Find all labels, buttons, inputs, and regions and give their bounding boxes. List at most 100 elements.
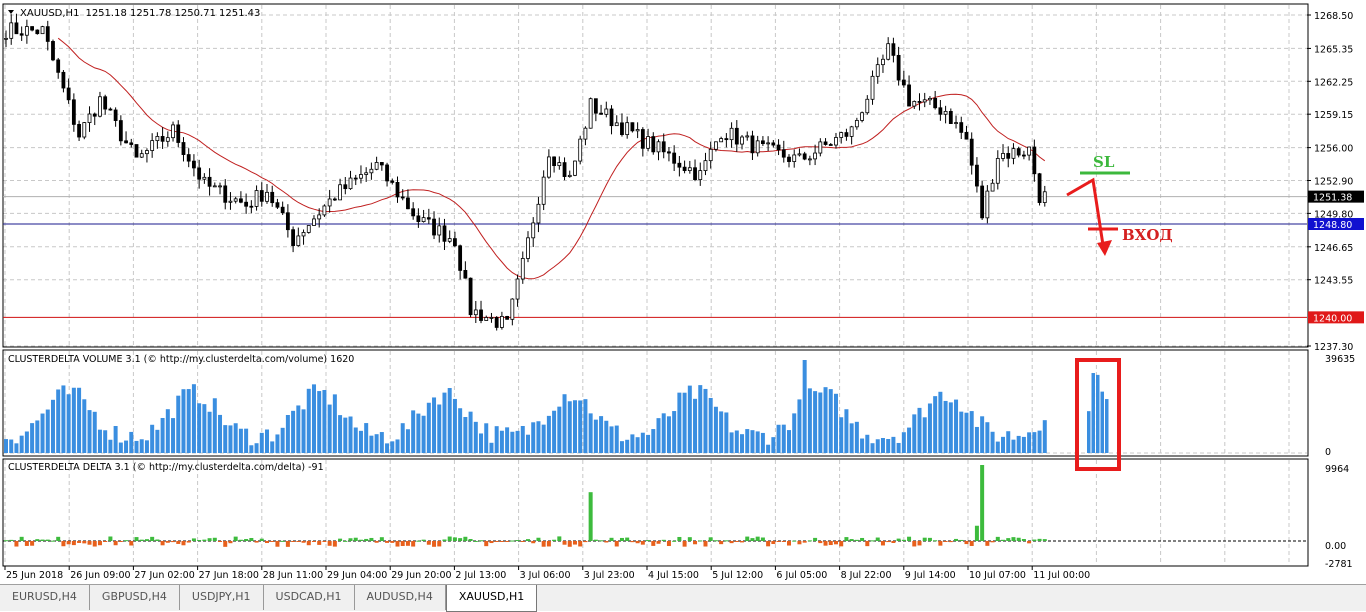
delta-bar (176, 541, 181, 544)
delta-bar (886, 541, 891, 543)
candle (745, 135, 750, 138)
candle (557, 162, 562, 167)
volume-bar (369, 435, 374, 453)
candle (45, 26, 50, 42)
candle (593, 98, 598, 114)
volume-bar (604, 420, 609, 453)
volume-bar (405, 429, 410, 453)
candle (176, 124, 181, 143)
volume-bar (426, 402, 431, 453)
volume-bar (421, 415, 426, 453)
delta-bar (265, 541, 269, 544)
delta-bar (442, 539, 447, 541)
delta-bar (1016, 537, 1021, 541)
volume-bar (839, 417, 844, 453)
delta-bar (165, 541, 170, 543)
chart-window[interactable]: 1268.50 1265.35 1262.25 1259.15 1256.00 1252.… (0, 0, 1366, 584)
candle (353, 177, 358, 180)
candle (35, 29, 40, 35)
candle (270, 191, 275, 204)
candle (249, 205, 254, 208)
volume-bar (818, 392, 823, 453)
candle (881, 58, 885, 66)
delta-bar (703, 541, 708, 547)
volume-bar (171, 418, 176, 453)
volume-bar (176, 395, 181, 453)
tab-gbpusd-h4[interactable]: GBPUSD,H4 (90, 585, 180, 610)
candle (463, 270, 468, 279)
volume-bar (1100, 391, 1104, 453)
candle (583, 127, 588, 140)
volume-bar (672, 411, 677, 453)
candle (192, 160, 196, 169)
candle (766, 142, 771, 145)
candle (108, 108, 113, 111)
volume-bar (531, 422, 536, 453)
volume-bar (593, 419, 598, 453)
volume-bar (797, 399, 802, 453)
volume-bar (922, 417, 927, 453)
candle (343, 184, 348, 190)
candle (14, 22, 19, 35)
candle (77, 124, 81, 138)
candle (672, 152, 677, 164)
volume-bar (974, 426, 979, 453)
volume-bar (1021, 436, 1026, 453)
volume-bar (218, 414, 223, 453)
volume-bar (969, 411, 974, 453)
candle (761, 140, 765, 145)
price-tick-label: 1268.50 (1314, 11, 1353, 22)
volume-bar (202, 404, 207, 453)
delta-bar (875, 537, 880, 541)
time-tick-label: 4 Jul 15:00 (648, 570, 699, 581)
pane-scale-label: 39635 (1325, 354, 1355, 365)
delta-bar (197, 540, 202, 542)
candle (1032, 146, 1037, 175)
volume-bar (30, 423, 35, 453)
delta-bar (1006, 538, 1011, 541)
price-tick-label: 1259.15 (1314, 110, 1353, 121)
tab-usdcad-h1[interactable]: USDCAD,H1 (264, 585, 355, 610)
delta-bar (896, 538, 901, 541)
candle (468, 277, 473, 316)
candle (306, 225, 311, 233)
volume-bar (854, 421, 859, 453)
volume-bar (9, 439, 14, 453)
candle (1037, 173, 1042, 203)
delta-bar (390, 541, 395, 543)
delta-bar (677, 536, 682, 541)
volume-bar (150, 424, 155, 453)
candle (301, 232, 306, 237)
candle (630, 122, 635, 132)
candle (698, 170, 703, 181)
delta-bar (411, 541, 416, 547)
candle (922, 99, 927, 103)
tab-xauusd-h1[interactable]: XAUUSD,H1 (445, 585, 538, 612)
candle (71, 99, 76, 125)
time-tick-label: 2 Jul 13:00 (455, 570, 506, 581)
pane-scale-label: -2781 (1325, 559, 1353, 570)
candle (1001, 153, 1005, 159)
delta-bar (447, 536, 452, 541)
tab-eurusd-h4[interactable]: EURUSD,H4 (0, 585, 90, 610)
volume-bar (468, 411, 473, 453)
volume-bar (572, 400, 577, 453)
delta-bar (139, 539, 144, 541)
volume-bar (708, 397, 713, 453)
tab-audusd-h4[interactable]: AUDUSD,H4 (355, 585, 446, 610)
candle (515, 278, 520, 300)
delta-bar (865, 541, 870, 547)
candle (421, 217, 426, 222)
volume-bar (306, 388, 311, 453)
volume-bar (698, 385, 703, 453)
delta-bar (672, 540, 677, 542)
candle (348, 177, 353, 190)
candle (948, 110, 953, 124)
candle (186, 154, 191, 162)
candle (980, 185, 985, 219)
candle (322, 205, 327, 216)
time-tick-label: 11 Jul 00:00 (1033, 570, 1090, 581)
volume-bar (1032, 432, 1037, 453)
tab-usdjpy-h1[interactable]: USDJPY,H1 (180, 585, 264, 610)
volume-bar (197, 403, 202, 453)
